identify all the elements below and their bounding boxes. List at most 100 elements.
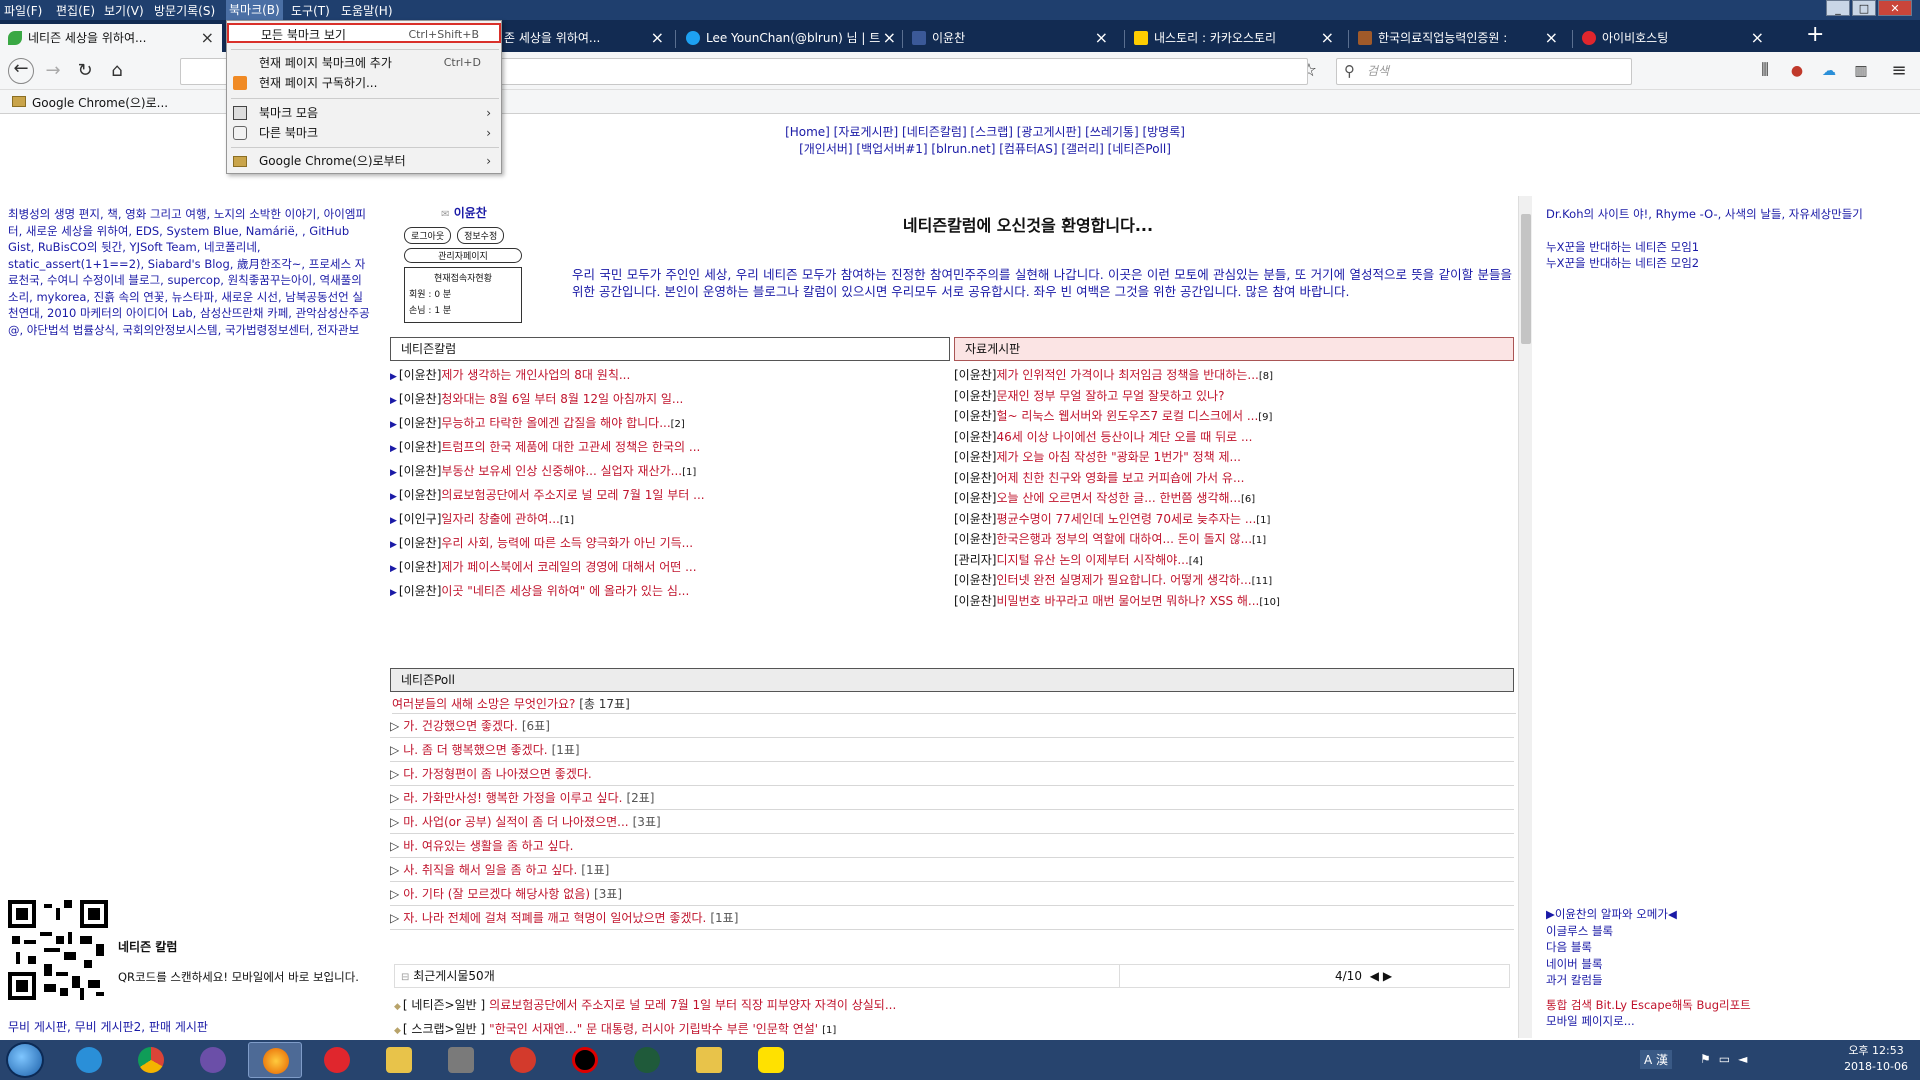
tab[interactable]: 이윤찬 × [904,24,1114,52]
data-post-row[interactable]: [이윤찬]46세 이상 나이에선 등산이나 계단 오를 때 뒤로 ... [954,427,1514,447]
post-title[interactable]: 헐~ 리눅스 웹서버와 윈도우즈7 로컬 디스크에서 ... [996,409,1258,423]
recent-post-row[interactable]: ◆[ 네티즌>일반 ] 의료보험공단에서 주소지로 널 모레 7월 1일 부터 직… [394,994,1494,1017]
forward-icon[interactable]: → [42,61,64,83]
poll-option-label[interactable]: 라. 가화만사성! 행복한 가정을 이루고 싶다. [403,791,622,805]
poll-option[interactable]: ▷ 사. 취직을 해서 일을 좀 하고 싶다. [1표] [390,858,1514,882]
reload-icon[interactable]: ↻ [74,61,96,83]
post-title[interactable]: 오늘 산에 오르면서 작성한 글... 한번쯤 생각해... [996,491,1241,505]
search-input[interactable]: 검색 [1336,58,1632,85]
logout-button[interactable]: 로그아웃 [404,227,452,244]
data-post-row[interactable]: [이윤찬]헐~ 리눅스 웹서버와 윈도우즈7 로컬 디스크에서 ...[9] [954,406,1514,426]
poll-option-label[interactable]: 가. 건강했으면 좋겠다. [403,719,518,733]
poll-option[interactable]: ▷ 마. 사업(or 공부) 실적이 좀 더 나아졌으면... [3표] [390,810,1514,834]
prev-page-icon[interactable]: ◀ [1370,969,1379,983]
recorder-taskbar-button[interactable] [558,1042,612,1078]
scrollbar-thumb[interactable] [1521,214,1531,344]
poll-option[interactable]: ▷ 라. 가화만사성! 행복한 가정을 이루고 싶다. [2표] [390,786,1514,810]
post-title[interactable]: 제가 인위적인 가격이나 최저임금 정책을 반대하는... [996,368,1258,382]
post-title[interactable]: 문재인 정부 무얼 잘하고 무얼 잘못하고 있나? [996,389,1224,403]
poll-question-text[interactable]: 여러분들의 새해 소망은 무엇인가요? [392,697,575,711]
explorer-taskbar-button[interactable] [682,1042,736,1078]
data-board-title[interactable]: 자료게시판 [954,337,1514,361]
home-icon[interactable]: ⌂ [106,61,128,83]
post-title[interactable]: 46세 이상 나이에선 등산이나 계단 오를 때 뒤로 ... [996,430,1252,444]
poll-option-label[interactable]: 마. 사업(or 공부) 실적이 좀 더 나아졌으면... [403,815,628,829]
close-tab-icon[interactable]: × [1095,24,1108,52]
tray-icons[interactable]: ⚑▭◄ [1700,1052,1755,1066]
clock[interactable]: 오후 12:53 2018-10-06 [1844,1043,1908,1075]
post-title[interactable]: 의료보험공단에서 주소지로 널 모레 7월 1일 부터 직장 피부양자 자격이 … [489,998,896,1012]
site-nav-line[interactable]: [Home] [자료게시판] [네티즌칼럼] [스크랩] [광고게시판] [쓰레… [600,124,1370,141]
post-title[interactable]: 부동산 보유세 인상 신중해야... 실업자 재산가... [441,464,682,478]
menu-help[interactable]: 도움말(H) [341,2,393,19]
data-post-row[interactable]: [이윤찬]제가 인위적인 가격이나 최저임금 정책을 반대하는...[8] [954,365,1514,385]
post-title[interactable]: 트럼프의 한국 제품에 대한 고관세 정책은 한국의 ... [441,440,700,454]
start-button[interactable] [6,1042,44,1078]
column-post-row[interactable]: ▶ [이윤찬]이곳 "네티즌 세상을 위하여" 에 올라가 있는 심... [390,581,950,601]
post-title[interactable]: 인터넷 완전 실명제가 필요합니다. 어떻게 생각하... [996,573,1251,587]
poll-option-label[interactable]: 나. 좀 더 행복했으면 좋겠다. [403,743,547,757]
data-post-row[interactable]: [이윤찬]오늘 산에 오르면서 작성한 글... 한번쯤 생각해...[6] [954,488,1514,508]
sync-icon[interactable]: ☁ [1818,61,1840,83]
maximize-icon[interactable]: □ [1852,0,1876,16]
post-title[interactable]: 비밀번호 바꾸라고 매번 물어보면 뭐하나? XSS 해... [996,594,1259,608]
recent-post-row[interactable]: ◆[ 스크랩>일반 ] "한국인 서재엔…" 문 대통령, 러시아 기립박수 부른… [394,1018,1494,1041]
data-post-row[interactable]: [이윤찬]인터넷 완전 실명제가 필요합니다. 어떻게 생각하...[11] [954,570,1514,590]
opera-taskbar-button[interactable] [310,1042,364,1078]
column-post-row[interactable]: ▶ [이윤찬]제가 생각하는 개인사업의 8대 원칙... [390,365,950,385]
scrollbar[interactable] [1518,196,1532,1038]
right-bottom-link[interactable]: 모바일 페이지로... [1546,1013,1906,1030]
right-bottom-link[interactable]: 통합 검색 Bit.Ly Escape해독 Bug리포트 [1546,997,1906,1014]
addon-icon[interactable]: ● [1786,61,1808,83]
back-icon[interactable]: ← [8,58,34,84]
close-tab-icon[interactable]: × [1545,24,1558,52]
site-nav-line[interactable]: [개인서버] [백업서버#1] [blrun.net] [컴퓨터AS] [갤러리… [600,141,1370,158]
menu-item-bookmarks-toolbar[interactable]: 북마크 모음 › [227,103,501,123]
poll-title[interactable]: 네티즌Poll [390,668,1514,692]
sidebar-icon[interactable]: ▥ [1850,61,1872,83]
tab[interactable]: 존 세상을 위하여... × [500,24,670,52]
menu-history[interactable]: 방문기록(S) [154,2,215,19]
right-link[interactable]: 누X꾼을 반대하는 네티즌 모임2 [1546,255,1916,272]
post-title[interactable]: 제가 페이스북에서 코레일의 경영에 대해서 어떤 ... [441,560,696,574]
menu-edit[interactable]: 편집(E) [56,2,95,19]
app-taskbar-button[interactable] [186,1042,240,1078]
right-bottom-link[interactable]: 다음 블록 [1546,939,1906,956]
tab[interactable]: 네티즌 세상을 위하여... × [0,24,222,52]
post-title[interactable]: "한국인 서재엔…" 문 대통령, 러시아 기립박수 부른 '인문학 연설' [489,1022,818,1036]
app-taskbar-button[interactable] [620,1042,674,1078]
edit-profile-button[interactable]: 정보수정 [457,227,505,244]
poll-option[interactable]: ▷ 다. 가정형편이 좀 나아졌으면 좋겠다. [390,762,1514,786]
post-title[interactable]: 의료보험공단에서 주소지로 널 모레 7월 1일 부터 ... [441,488,704,502]
tab[interactable]: 내스토리 : 카카오스토리 × [1126,24,1340,52]
next-page-icon[interactable]: ▶ [1383,969,1392,983]
menu-item-show-all-bookmarks[interactable]: 모든 북마크 보기 Ctrl+Shift+B [227,23,501,43]
data-post-row[interactable]: [이윤찬]평균수명이 77세인데 노인연령 70세로 늦추자는 ...[1] [954,509,1514,529]
left-link-list[interactable]: 최병성의 생명 편지, 책, 영화 그리고 여행, 노지의 소박한 이야기, 아… [8,206,372,338]
poll-option-label[interactable]: 자. 나라 전체에 걸쳐 적폐를 깨고 혁명이 일어났으면 좋겠다. [403,911,706,925]
right-link[interactable]: 누X꾼을 반대하는 네티즌 모임1 [1546,239,1916,256]
column-post-row[interactable]: ▶ [이윤찬]제가 페이스북에서 코레일의 경영에 대해서 어떤 ... [390,557,950,577]
post-title[interactable]: 디지털 유산 논의 이제부터 시작해야... [996,553,1188,567]
hamburger-menu-icon[interactable]: ≡ [1888,61,1910,83]
poll-option-label[interactable]: 사. 취직을 해서 일을 좀 하고 싶다. [403,863,577,877]
poll-option-label[interactable]: 아. 기타 (잘 모르겠다 해당사항 없음) [403,887,590,901]
column-post-row[interactable]: ▶ [이윤찬]트럼프의 한국 제품에 대한 고관세 정책은 한국의 ... [390,437,950,457]
tab[interactable]: 아이비호스팅 × [1574,24,1770,52]
column-post-row[interactable]: ▶ [이윤찬]부동산 보유세 인상 신중해야... 실업자 재산가...[1] [390,461,950,481]
kakaotalk-taskbar-button[interactable] [744,1042,798,1078]
ie-taskbar-button[interactable] [62,1042,116,1078]
right-bottom-link[interactable]: 과거 칼럼들 [1546,972,1906,989]
poll-option[interactable]: ▷ 아. 기타 (잘 모르겠다 해당사항 없음) [3표] [390,882,1514,906]
tab[interactable]: 한국의료직업능력인증원 : × [1350,24,1564,52]
poll-option[interactable]: ▷ 자. 나라 전체에 걸쳐 적폐를 깨고 혁명이 일어났으면 좋겠다. [1표] [390,906,1514,930]
post-title[interactable]: 일자리 창출에 관하여... [441,512,559,526]
column-post-row[interactable]: ▶ [이윤찬]우리 사회, 능력에 따른 소득 양극화가 아닌 기득... [390,533,950,553]
post-title[interactable]: 제가 생각하는 개인사업의 8대 원칙... [441,368,630,382]
menu-item-from-chrome[interactable]: Google Chrome(으)로부터 › [227,151,501,171]
data-post-row[interactable]: [이윤찬]문재인 정부 무얼 잘하고 무얼 잘못하고 있나? [954,386,1514,406]
post-title[interactable]: 제가 오늘 아침 작성한 "광화문 1번가" 정책 제... [996,450,1241,464]
menu-view[interactable]: 보기(V) [104,2,144,19]
menu-item-bookmark-page[interactable]: 현재 페이지 북마크에 추가 Ctrl+D [227,53,501,73]
poll-option[interactable]: ▷ 가. 건강했으면 좋겠다. [6표] [390,714,1514,738]
